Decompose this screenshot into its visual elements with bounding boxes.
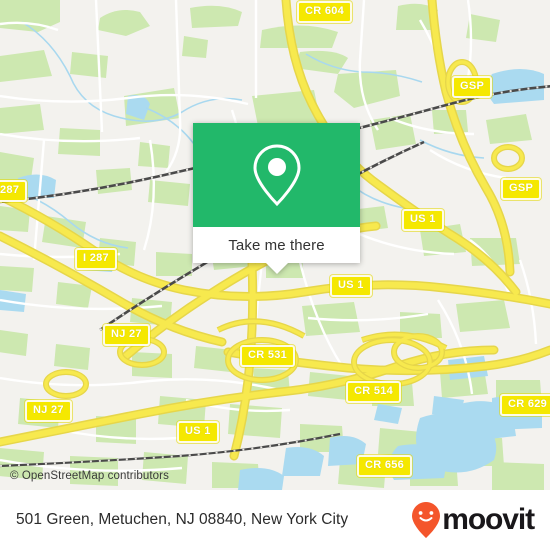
road-shield: I 287 [75, 248, 117, 270]
osm-attribution[interactable]: © OpenStreetMap contributors [10, 470, 169, 482]
road-shield: CR 531 [240, 345, 296, 367]
road-shield: CR 656 [357, 455, 413, 477]
map-pin-icon [252, 144, 301, 207]
map-screen: CR 604 GSP GSP US 1 287 I 287 US 1 NJ 27… [0, 0, 550, 550]
moovit-pin-smile-icon [412, 502, 441, 538]
callout-action[interactable]: Take me there [193, 227, 360, 274]
road-shield: NJ 27 [103, 324, 150, 346]
road-shield: CR 514 [346, 381, 402, 403]
road-shield: GSP [452, 76, 493, 98]
callout-pin-area [193, 123, 360, 227]
road-shield: US 1 [330, 275, 372, 297]
callout-tail [265, 263, 288, 274]
road-shield: CR 604 [297, 1, 353, 23]
moovit-wordmark: moovit [442, 503, 535, 536]
address-label: 501 Green, Metuchen, NJ 08840, New York … [16, 511, 349, 528]
moovit-logo[interactable]: moovit [411, 501, 535, 539]
road-shield: 287 [0, 180, 28, 202]
road-shield: US 1 [402, 209, 444, 231]
road-shield: NJ 27 [25, 400, 72, 422]
footer-bar: 501 Green, Metuchen, NJ 08840, New York … [0, 490, 550, 550]
callout-action-label: Take me there [228, 236, 325, 254]
road-shield: CR 629 [500, 394, 550, 416]
road-shield: US 1 [177, 421, 219, 443]
location-callout[interactable]: Take me there [193, 123, 360, 274]
road-shield: GSP [501, 178, 542, 200]
